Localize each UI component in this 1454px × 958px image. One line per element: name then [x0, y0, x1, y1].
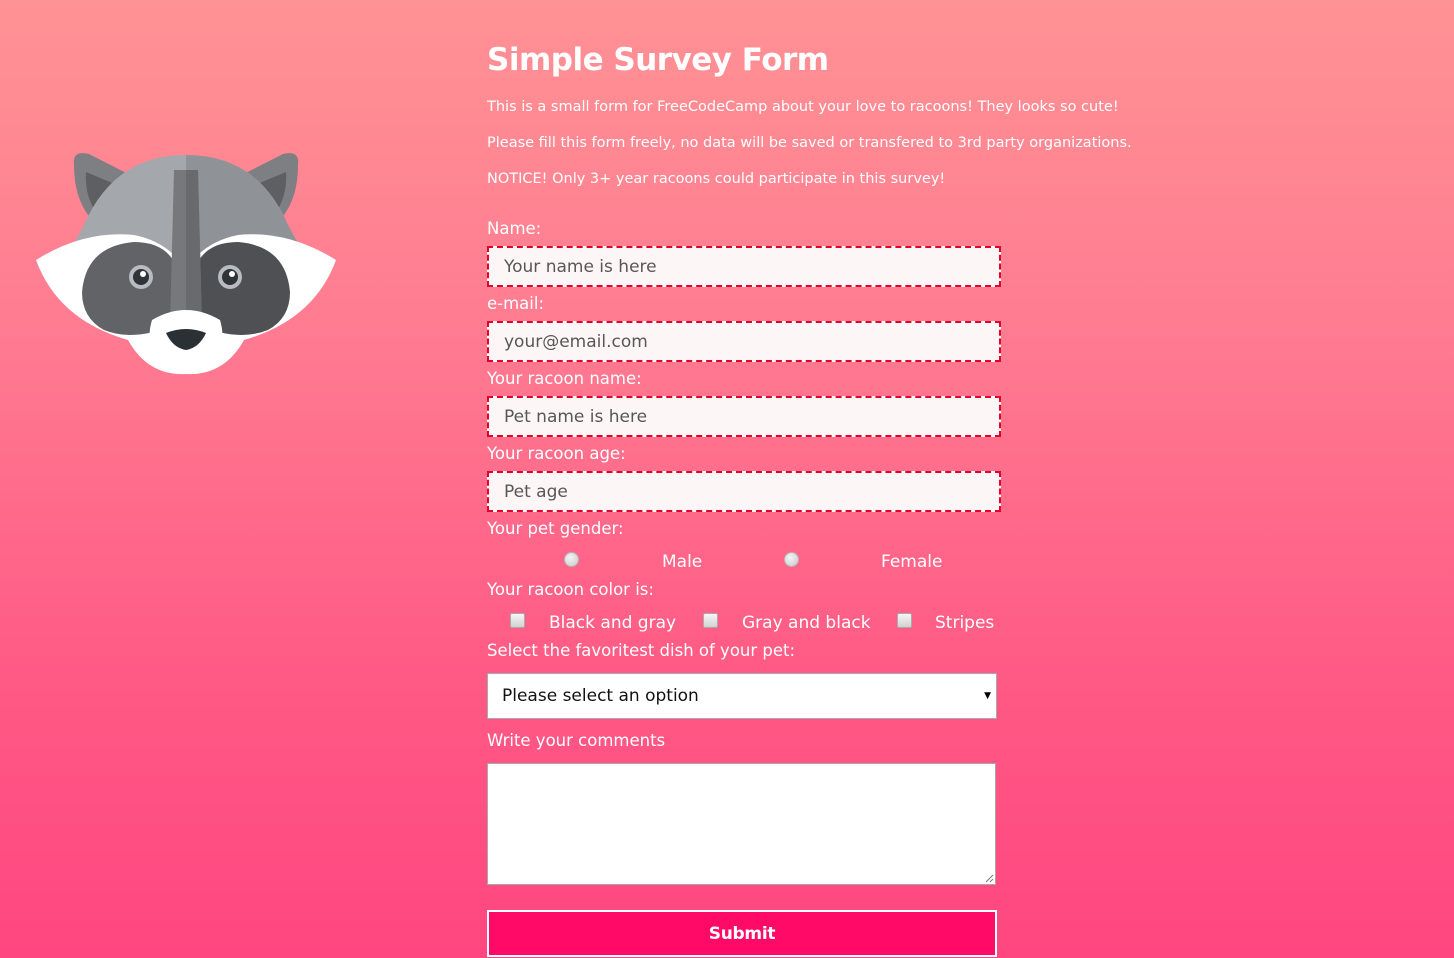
comments-textarea[interactable] — [487, 763, 996, 885]
description-privacy: Please fill this form freely, no data wi… — [487, 135, 1132, 151]
color-gray-black-label: Gray and black — [742, 613, 871, 633]
color-stripes-label: Stripes — [935, 613, 995, 633]
color-label: Your racoon color is: — [487, 580, 654, 599]
dish-select-value: Please select an option — [502, 686, 699, 706]
email-input[interactable] — [487, 321, 1001, 362]
page-title: Simple Survey Form — [487, 42, 829, 78]
pet-name-label: Your racoon name: — [487, 369, 642, 388]
gender-male-label: Male — [662, 552, 703, 572]
gender-female-label: Female — [881, 552, 943, 572]
gender-male-radio[interactable] — [564, 552, 579, 567]
gender-female-radio[interactable] — [784, 552, 799, 567]
resize-grip-icon[interactable] — [985, 874, 994, 883]
description-notice: NOTICE! Only 3+ year racoons could parti… — [487, 171, 946, 187]
name-label: Name: — [487, 219, 542, 238]
color-black-gray-checkbox[interactable] — [510, 613, 525, 628]
comments-label: Write your comments — [487, 731, 666, 750]
pet-age-label: Your racoon age: — [487, 444, 626, 463]
gender-label: Your pet gender: — [487, 519, 624, 538]
dish-label: Select the favoritest dish of your pet: — [487, 641, 796, 660]
raccoon-face-icon — [36, 153, 336, 375]
pet-age-input[interactable] — [487, 471, 1001, 512]
color-black-gray-label: Black and gray — [549, 613, 677, 633]
name-input[interactable] — [487, 246, 1001, 287]
description-intro: This is a small form for FreeCodeCamp ab… — [487, 99, 1119, 115]
submit-button[interactable]: Submit — [487, 910, 997, 957]
color-stripes-checkbox[interactable] — [897, 613, 912, 628]
email-label: e-mail: — [487, 294, 545, 313]
dish-select[interactable]: Please select an option ▼ — [487, 673, 997, 719]
dropdown-arrow-icon: ▼ — [984, 691, 991, 701]
color-gray-black-checkbox[interactable] — [703, 613, 718, 628]
pet-name-input[interactable] — [487, 396, 1001, 437]
